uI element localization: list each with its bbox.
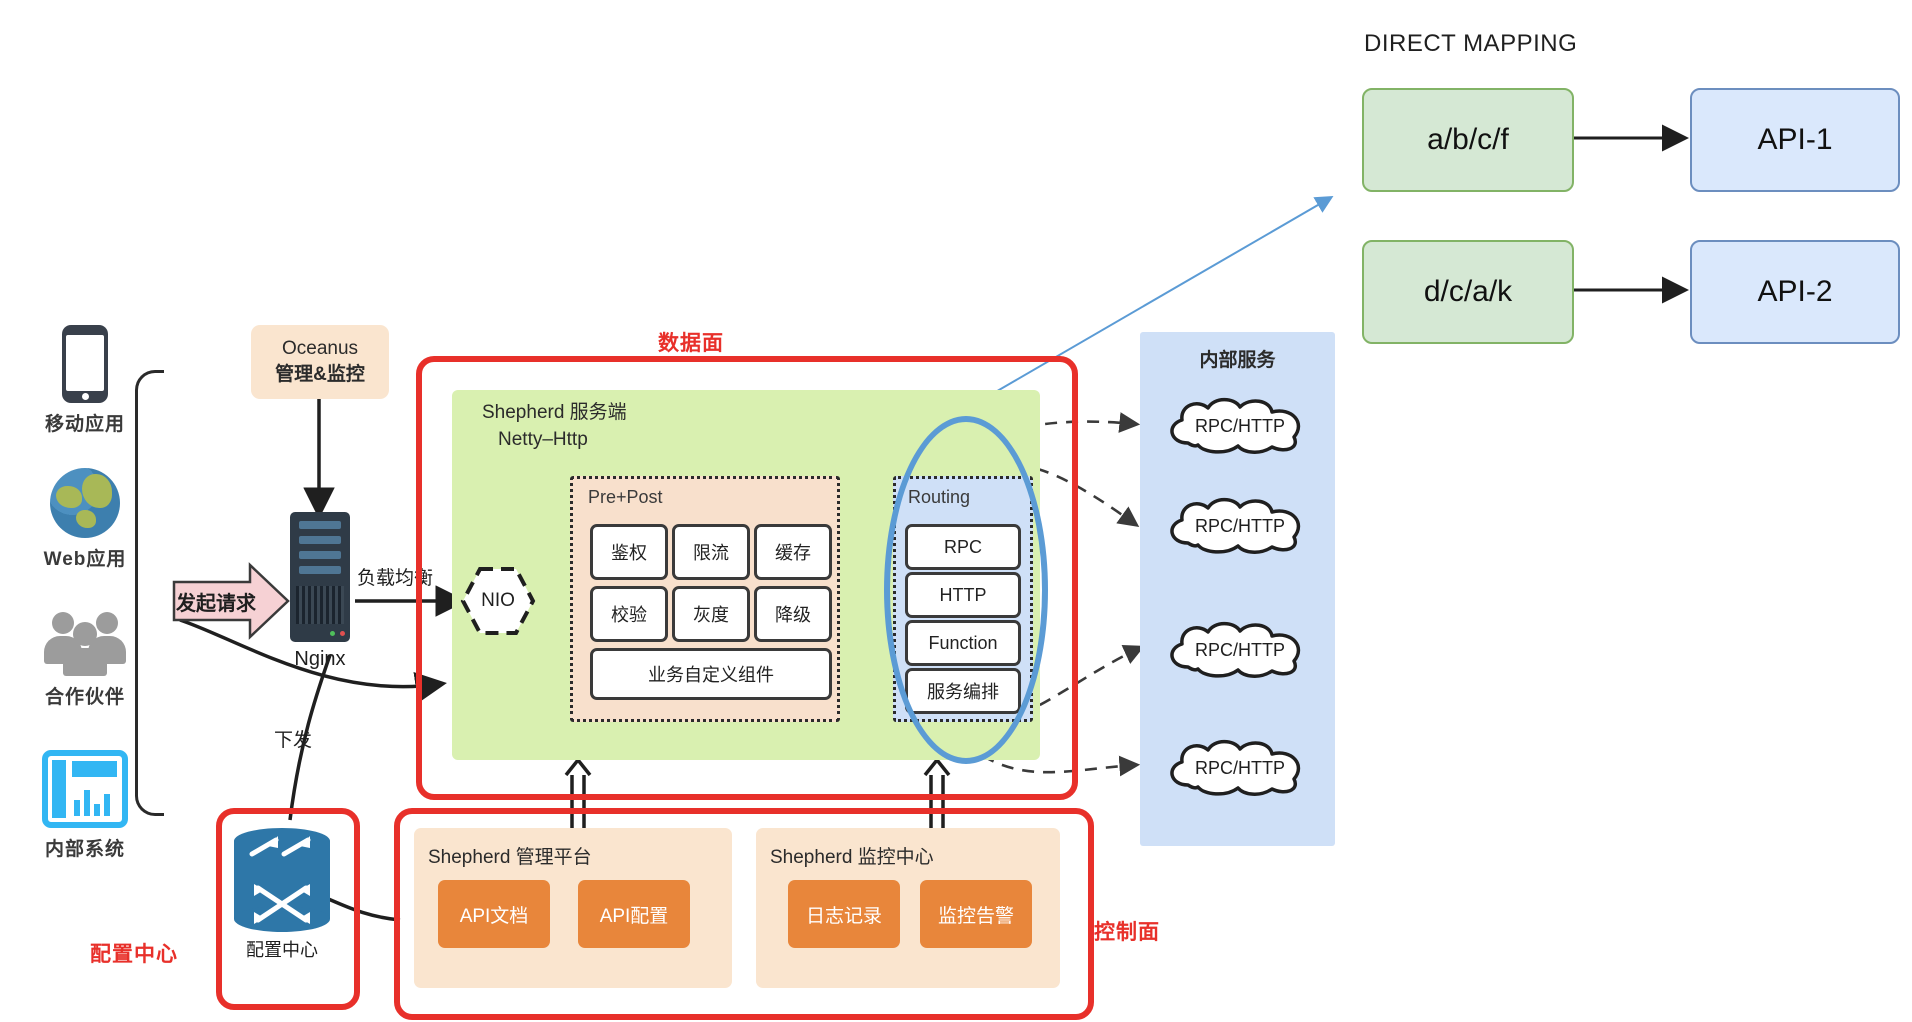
prepost-chip-1[interactable]: 限流 [672, 524, 750, 580]
mobile-phone-icon [62, 325, 108, 403]
clients-brace [135, 370, 164, 816]
direct-mapping-path-1[interactable]: d/c/a/k [1362, 240, 1574, 344]
internal-system-icon [42, 750, 128, 828]
cloud-label: RPC/HTTP [1195, 415, 1285, 436]
oceanus-line2: 管理&监控 [275, 364, 365, 385]
cloud-label: RPC/HTTP [1195, 757, 1285, 778]
config-center-node[interactable]: 配置中心 [234, 828, 330, 960]
direct-mapping-api-1[interactable]: API-2 [1690, 240, 1900, 344]
prepost-chip-3[interactable]: 校验 [590, 586, 668, 642]
data-plane-label: 数据面 [658, 332, 724, 355]
config-center-red-label: 配置中心 [90, 943, 178, 966]
prepost-wide-chip[interactable]: 业务自定义组件 [590, 648, 832, 700]
control-plane-button-alert[interactable]: 监控告警 [920, 880, 1032, 948]
pre-post-title: Pre+Post [588, 487, 663, 507]
dispatch-label: 下发 [274, 730, 313, 751]
db-arrows-icon [249, 836, 311, 924]
prepost-chip-5[interactable]: 降级 [754, 586, 832, 642]
control-plane-card-title: Shepherd 监控中心 [770, 847, 934, 868]
direct-mapping-path-0[interactable]: a/b/c/f [1362, 88, 1574, 192]
cloud-label: RPC/HTTP [1195, 639, 1285, 660]
shepherd-title-line1: Shepherd 服务端 [482, 402, 627, 423]
shepherd-panel-title: Shepherd 服务端 Netty–Http [482, 400, 627, 453]
direct-mapping-title: DIRECT MAPPING [1364, 30, 1578, 57]
internal-service-cloud-0: RPC/HTTP [1160, 395, 1320, 457]
request-arrow: 发起请求 [172, 562, 290, 640]
people-group-icon [42, 610, 128, 676]
request-arrow-label: 发起请求 [176, 592, 256, 615]
cloud-label: RPC/HTTP [1195, 515, 1285, 536]
prepost-chip-0[interactable]: 鉴权 [590, 524, 668, 580]
nio-node: NIO [460, 565, 536, 637]
control-plane-card-title: Shepherd 管理平台 [428, 847, 592, 868]
client-web: Web应用 [20, 468, 150, 571]
prepost-chip-2[interactable]: 缓存 [754, 524, 832, 580]
client-label: 移动应用 [44, 414, 125, 435]
direct-mapping-api-0[interactable]: API-1 [1690, 88, 1900, 192]
nginx-node [290, 512, 350, 642]
control-plane-button-log[interactable]: 日志记录 [788, 880, 900, 948]
routing-highlight-ellipse [884, 416, 1048, 764]
control-plane-button-api-doc[interactable]: API文档 [438, 880, 550, 948]
internal-service-cloud-3: RPC/HTTP [1160, 737, 1320, 799]
globe-icon [50, 468, 120, 538]
client-internal-system: 内部系统 [20, 750, 150, 861]
control-plane-label: 控制面 [1094, 921, 1160, 944]
client-label: Web应用 [43, 549, 127, 570]
client-label: 内部系统 [44, 839, 125, 860]
shepherd-title-line2: Netty–Http [498, 428, 588, 450]
client-label: 合作伙伴 [44, 687, 125, 708]
oceanus-line1: Oceanus [281, 338, 359, 360]
nio-label: NIO [481, 590, 515, 611]
config-center-node-label: 配置中心 [246, 940, 318, 960]
prepost-chip-4[interactable]: 灰度 [672, 586, 750, 642]
internal-services-title: 内部服务 [1199, 350, 1276, 371]
internal-service-cloud-1: RPC/HTTP [1160, 495, 1320, 557]
nginx-label: Nginx [294, 648, 346, 670]
control-plane-button-api-config[interactable]: API配置 [578, 880, 690, 948]
client-partner: 合作伙伴 [20, 610, 150, 709]
client-mobile: 移动应用 [20, 325, 150, 436]
oceanus-box[interactable]: Oceanus 管理&监控 [251, 325, 389, 399]
internal-service-cloud-2: RPC/HTTP [1160, 619, 1320, 681]
nginx-server-icon [290, 512, 350, 642]
